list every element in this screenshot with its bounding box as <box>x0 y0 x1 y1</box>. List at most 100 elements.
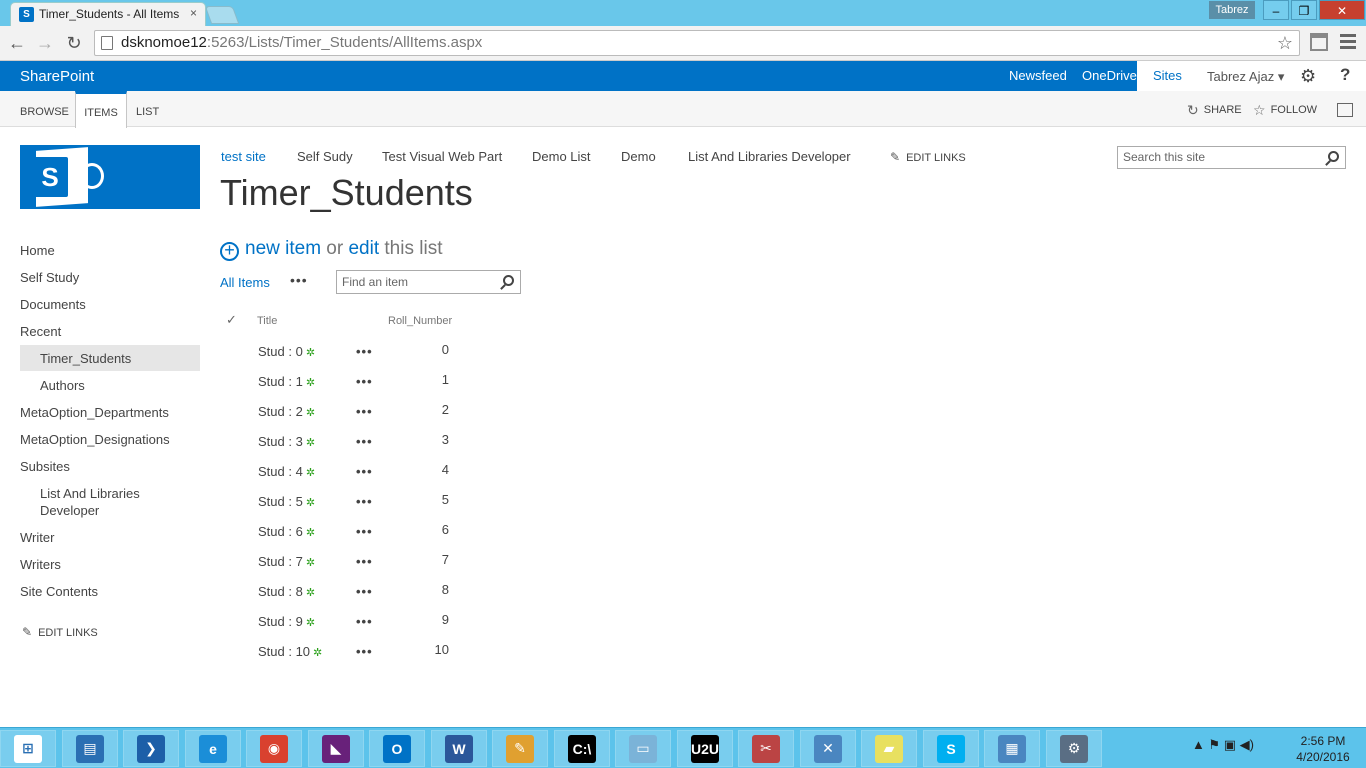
new-item-link[interactable]: new item <box>245 238 321 259</box>
taskbar-chrome[interactable]: ◉ <box>246 730 302 767</box>
edit-list-link[interactable]: edit <box>348 238 379 259</box>
address-bar[interactable]: dsknomoe12:5263/Lists/Timer_Students/All… <box>94 30 1300 56</box>
row-title[interactable]: Stud : 3 ✲ <box>258 434 315 449</box>
leftnav-item-developer[interactable]: Developer <box>20 503 200 518</box>
follow-button[interactable]: ☆ FOLLOW <box>1253 102 1317 119</box>
taskbar-server-manager[interactable]: ▤ <box>62 730 118 767</box>
site-logo[interactable]: S <box>20 145 200 209</box>
taskbar-skype[interactable]: S <box>923 730 979 767</box>
search-icon[interactable] <box>503 275 514 286</box>
row-title[interactable]: Stud : 2 ✲ <box>258 404 315 419</box>
row-ellipsis-icon[interactable]: ••• <box>356 554 373 569</box>
topnav-item-test-visual-web-part[interactable]: Test Visual Web Part <box>382 149 502 164</box>
focus-on-content-icon[interactable] <box>1337 103 1353 117</box>
leftnav-item-site-contents[interactable]: Site Contents <box>20 584 200 599</box>
row-ellipsis-icon[interactable]: ••• <box>356 434 373 449</box>
taskbar-word[interactable]: W <box>431 730 487 767</box>
column-header-roll-number[interactable]: Roll_Number <box>388 315 452 327</box>
topnav-item-self-sudy[interactable]: Self Sudy <box>297 149 353 164</box>
taskbar-tool-2[interactable]: ✕ <box>800 730 856 767</box>
row-title[interactable]: Stud : 5 ✲ <box>258 494 315 509</box>
row-title-text[interactable]: Stud : 9 <box>258 614 303 629</box>
search-icon[interactable] <box>1328 151 1339 162</box>
extension-icon[interactable] <box>1310 33 1328 51</box>
taskbar-settings[interactable]: ⚙ <box>1046 730 1102 767</box>
tab-close-icon[interactable]: × <box>190 6 197 20</box>
taskbar-u2u[interactable]: U2U <box>677 730 733 767</box>
gear-icon[interactable]: ⚙ <box>1300 66 1316 87</box>
leftnav-item-home[interactable]: Home <box>20 243 200 258</box>
tab-browse[interactable]: BROWSE <box>20 91 69 127</box>
browser-tab[interactable]: S Timer_Students - All Items × <box>10 2 206 26</box>
user-menu[interactable]: Tabrez Ajaz ▾ <box>1207 69 1284 85</box>
sharepoint-brand[interactable]: SharePoint <box>20 68 94 85</box>
leftnav-item-writer[interactable]: Writer <box>20 530 200 545</box>
site-search-input[interactable]: Search this site <box>1117 146 1346 169</box>
tab-items[interactable]: ITEMS <box>75 91 127 128</box>
row-title[interactable]: Stud : 6 ✲ <box>258 524 315 539</box>
reload-icon[interactable]: ↻ <box>63 32 85 54</box>
suite-link-newsfeed[interactable]: Newsfeed <box>1009 61 1067 91</box>
row-title[interactable]: Stud : 0 ✲ <box>258 344 315 359</box>
row-ellipsis-icon[interactable]: ••• <box>356 494 373 509</box>
row-ellipsis-icon[interactable]: ••• <box>356 524 373 539</box>
system-tray[interactable]: ▲ ⚑ ▣ ◀) <box>1192 737 1254 753</box>
row-title-text[interactable]: Stud : 10 <box>258 644 310 659</box>
leftnav-item-metaoption-departments[interactable]: MetaOption_Departments <box>20 405 200 420</box>
column-header-title[interactable]: Title <box>257 315 277 327</box>
tab-list[interactable]: LIST <box>136 91 159 127</box>
row-title-text[interactable]: Stud : 5 <box>258 494 303 509</box>
taskbar-paint[interactable]: ✎ <box>492 730 548 767</box>
leftnav-item-timer-students[interactable]: Timer_Students <box>20 345 200 371</box>
row-title-text[interactable]: Stud : 7 <box>258 554 303 569</box>
row-ellipsis-icon[interactable]: ••• <box>356 584 373 599</box>
find-item-input[interactable]: Find an item <box>336 270 521 294</box>
row-title-text[interactable]: Stud : 0 <box>258 344 303 359</box>
row-title-text[interactable]: Stud : 1 <box>258 374 303 389</box>
taskbar-notepad[interactable]: ▭ <box>615 730 671 767</box>
suite-link-onedrive[interactable]: OneDrive <box>1082 61 1137 91</box>
leftnav-item-self-study[interactable]: Self Study <box>20 270 200 285</box>
bookmark-star-icon[interactable]: ☆ <box>1277 31 1293 55</box>
leftnav-item-metaoption-designations[interactable]: MetaOption_Designations <box>20 432 200 447</box>
browser-profile-badge[interactable]: Tabrez <box>1209 1 1255 19</box>
row-ellipsis-icon[interactable]: ••• <box>356 644 373 659</box>
row-title-text[interactable]: Stud : 2 <box>258 404 303 419</box>
topnav-item-list-and-libraries-developer[interactable]: List And Libraries Developer <box>688 149 851 164</box>
taskbar-sticky-notes[interactable]: ▰ <box>861 730 917 767</box>
taskbar-start-button[interactable]: ⊞ <box>0 730 56 767</box>
new-tab-button[interactable] <box>204 6 240 24</box>
taskbar-outlook[interactable]: O <box>369 730 425 767</box>
row-title-text[interactable]: Stud : 3 <box>258 434 303 449</box>
row-title-text[interactable]: Stud : 8 <box>258 584 303 599</box>
edit-links-left[interactable]: ✎ EDIT LINKS <box>22 625 98 639</box>
leftnav-item-list-and-libraries[interactable]: List And Libraries <box>20 486 200 501</box>
leftnav-item-subsites[interactable]: Subsites <box>20 459 200 474</box>
edit-links-top[interactable]: ✎ EDIT LINKS <box>890 150 966 164</box>
row-title-text[interactable]: Stud : 6 <box>258 524 303 539</box>
maximize-button[interactable]: ❐ <box>1291 0 1317 20</box>
leftnav-item-writers[interactable]: Writers <box>20 557 200 572</box>
row-title[interactable]: Stud : 9 ✲ <box>258 614 315 629</box>
browser-menu-icon[interactable] <box>1340 34 1356 52</box>
taskbar-control-panel[interactable]: ▦ <box>984 730 1040 767</box>
back-arrow-icon[interactable]: ← <box>6 32 28 54</box>
suite-link-sites[interactable]: Sites <box>1137 61 1198 91</box>
taskbar-command-prompt[interactable]: C:\ <box>554 730 610 767</box>
share-button[interactable]: ↻ SHARE <box>1187 102 1242 119</box>
row-title[interactable]: Stud : 10 ✲ <box>258 644 322 659</box>
taskbar-visual-studio[interactable]: ◣ <box>308 730 364 767</box>
leftnav-item-recent[interactable]: Recent <box>20 324 200 339</box>
forward-arrow-icon[interactable]: → <box>34 32 56 54</box>
view-all-items[interactable]: All Items <box>220 275 270 290</box>
row-title[interactable]: Stud : 1 ✲ <box>258 374 315 389</box>
taskbar-internet-explorer[interactable]: e <box>185 730 241 767</box>
row-ellipsis-icon[interactable]: ••• <box>356 464 373 479</box>
leftnav-item-documents[interactable]: Documents <box>20 297 200 312</box>
row-title-text[interactable]: Stud : 4 <box>258 464 303 479</box>
add-circle-icon[interactable]: + <box>220 241 239 261</box>
taskbar-tool-1[interactable]: ✂ <box>738 730 794 767</box>
minimize-button[interactable]: – <box>1263 0 1289 20</box>
row-title[interactable]: Stud : 8 ✲ <box>258 584 315 599</box>
select-all-check-icon[interactable]: ✓ <box>226 312 237 328</box>
